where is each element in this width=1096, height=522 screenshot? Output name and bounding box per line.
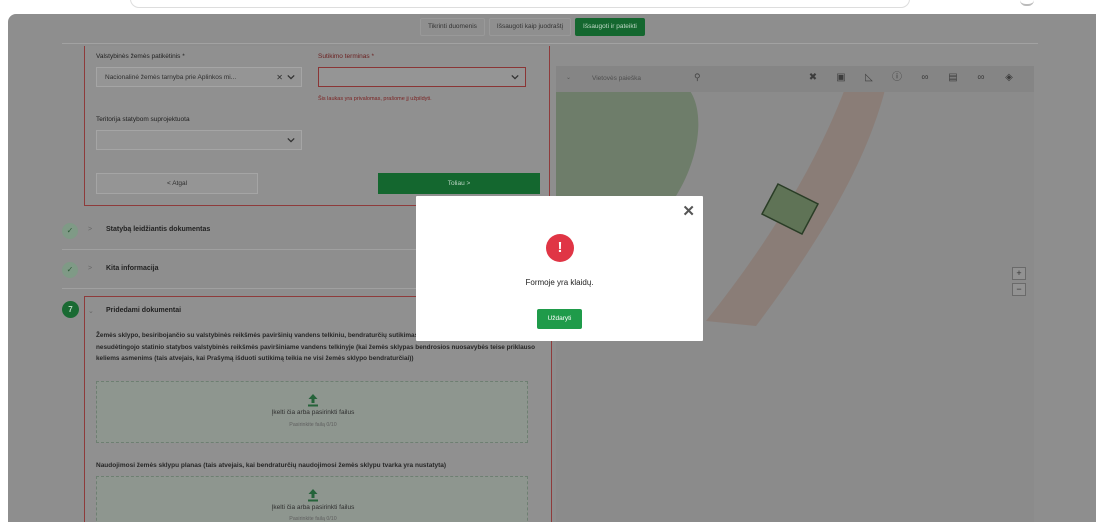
zoom-out-button[interactable]: − <box>1012 283 1026 296</box>
search-icon[interactable]: ⚲ <box>694 72 701 83</box>
file-dropzone-plan[interactable]: Įkelti čia arba pasirinkti failus Pasiri… <box>96 476 528 522</box>
upload-icon <box>308 394 318 407</box>
link-search-icon[interactable]: ∞ <box>918 71 932 85</box>
location-search-input[interactable]: Vietovės paieška <box>592 71 732 87</box>
consent-term-label: Sutikimo terminas * <box>318 53 374 60</box>
step-number-badge: 7 <box>62 301 79 318</box>
chevron-down-icon <box>287 74 295 80</box>
chevron-down-icon: ⌄ <box>88 308 94 315</box>
check-data-button[interactable]: Tikrinti duomenis <box>420 18 485 36</box>
dropzone-text: Įkelti čia arba pasirinkti failus <box>271 504 355 511</box>
close-icon[interactable]: ✕ <box>682 202 695 220</box>
error-icon: ! <box>546 234 574 262</box>
zoom-in-button[interactable]: + <box>1012 267 1026 280</box>
check-icon: ✓ <box>62 223 78 239</box>
back-button[interactable]: < Atgal <box>96 173 258 194</box>
section-title: Statybą leidžiantis dokumentas <box>106 226 211 233</box>
upload-icon <box>308 489 318 502</box>
dropzone-counter: Pasirinkite failą 0/10 <box>289 516 337 522</box>
error-modal: ✕ ! Formoje yra klaidų. Uždaryti <box>416 196 703 341</box>
file-dropzone[interactable]: Įkelti čia arba pasirinkti failus Pasiri… <box>96 381 528 443</box>
section-title: Pridedami dokumentai <box>106 307 182 314</box>
close-button[interactable]: Uždaryti <box>537 309 582 329</box>
layers-icon[interactable]: ◈ <box>1002 71 1016 85</box>
chevron-right-icon: > <box>88 265 93 272</box>
chevron-right-icon: > <box>88 226 93 233</box>
crosshair-icon[interactable]: ✖ <box>806 71 820 85</box>
consent-term-select[interactable] <box>318 67 526 87</box>
profile-icon[interactable] <box>1020 0 1034 6</box>
address-bar[interactable] <box>130 0 910 8</box>
chevron-down-icon[interactable]: ⌄ <box>566 74 571 81</box>
toolbar-divider <box>62 43 1038 44</box>
consent-term-error: Šis laukas yra privalomas, prašome jį už… <box>318 96 432 102</box>
owner-value: Nacionalinė žemės tarnyba prie Aplinkos … <box>105 74 237 81</box>
plan-label: Naudojimosi žemės sklypu planas (tais at… <box>96 462 447 469</box>
section-title: Kita informacija <box>106 265 159 272</box>
chevron-down-icon <box>511 74 519 80</box>
check-icon: ✓ <box>62 262 78 278</box>
owner-label: Valstybinės žemės patikėtinis * <box>96 53 185 60</box>
save-draft-button[interactable]: Išsaugoti kaip juodraštį <box>488 18 572 36</box>
top-toolbar: Tikrinti duomenis Išsaugoti kaip juodraš… <box>420 18 645 36</box>
ruler-icon[interactable]: ◺ <box>862 71 876 85</box>
territory-select[interactable] <box>96 130 302 150</box>
owner-select[interactable]: Nacionalinė žemės tarnyba prie Aplinkos … <box>96 67 302 87</box>
map-toolbar: ⌄ Vietovės paieška ⚲ ✖ ▣ ◺ ⓘ ∞ ▤ ∞ ◈ <box>556 66 1034 92</box>
document-icon[interactable]: ▣ <box>834 71 848 85</box>
file-icon[interactable]: ▤ <box>946 71 960 85</box>
info-icon[interactable]: ⓘ <box>890 71 904 85</box>
dropzone-counter: Pasirinkite failą 0/10 <box>289 422 337 428</box>
chevron-down-icon <box>287 137 295 143</box>
clear-icon[interactable]: ✕ <box>276 68 283 87</box>
chain-link-icon[interactable]: ∞ <box>974 71 988 85</box>
modal-message: Formoje yra klaidų. <box>525 278 594 287</box>
territory-label: Teritorija statybom suprojektuota <box>96 116 190 123</box>
next-button[interactable]: Toliau > <box>378 173 540 194</box>
dropzone-text: Įkelti čia arba pasirinkti failus <box>271 409 355 416</box>
save-submit-button[interactable]: Išsaugoti ir pateikti <box>575 18 645 36</box>
